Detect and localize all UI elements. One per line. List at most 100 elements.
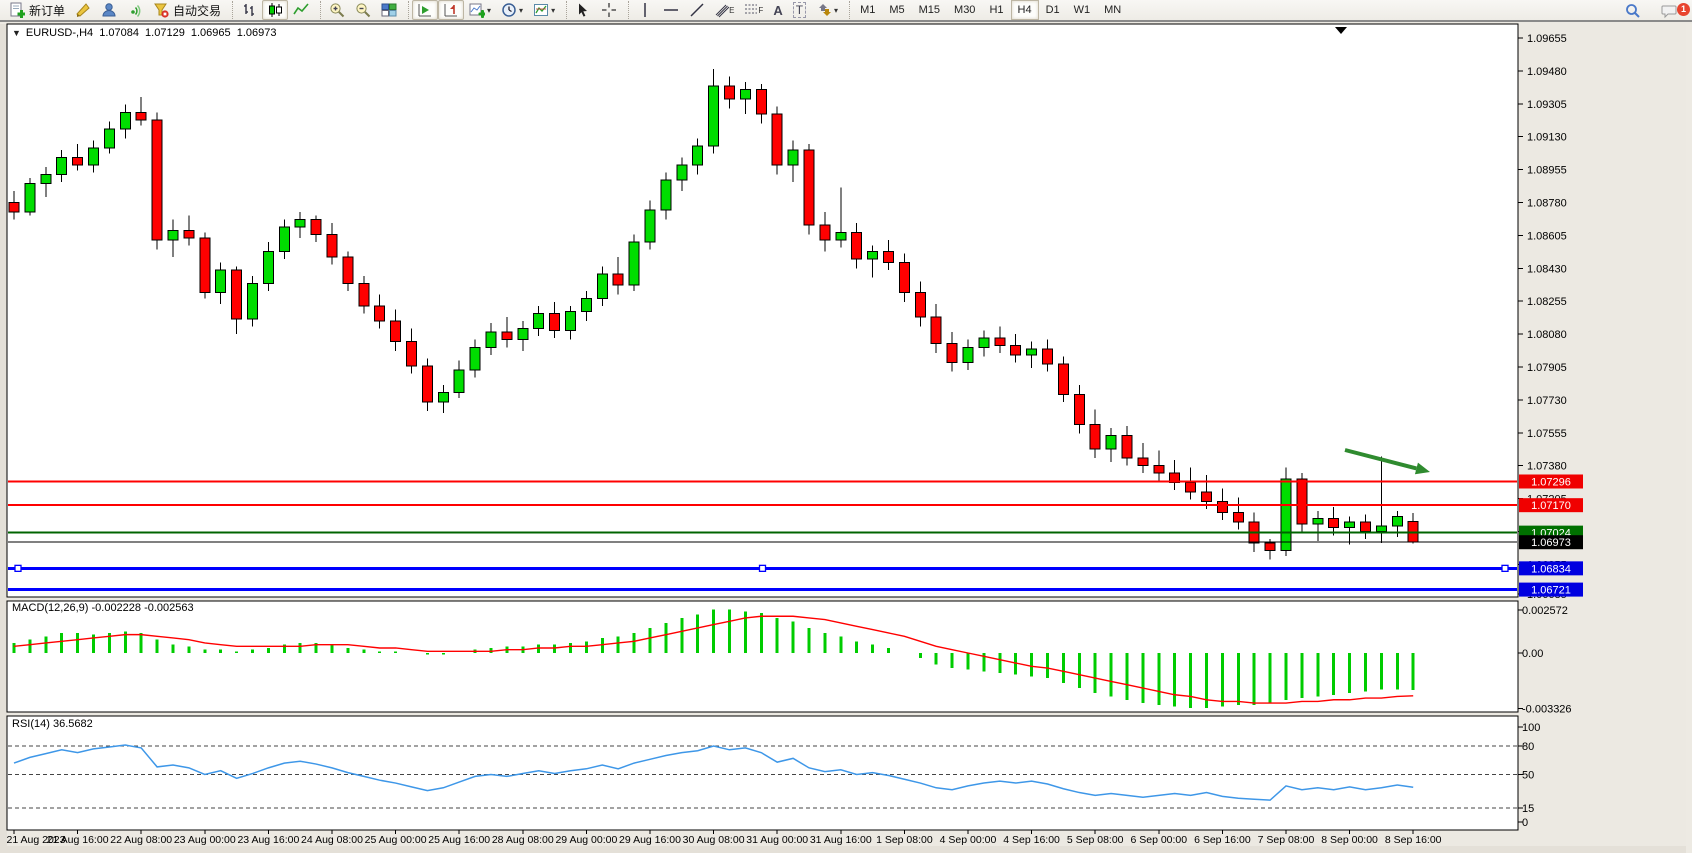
svg-text:-0.003326: -0.003326 [1522, 704, 1572, 716]
line-drag-handle[interactable] [15, 565, 21, 571]
zoom-out-button[interactable] [350, 0, 376, 20]
templates-button[interactable]: ▾ [528, 0, 560, 20]
timeframe-label: M30 [954, 4, 975, 16]
tile-windows-icon [381, 2, 397, 18]
new-order-button[interactable]: 新订单 [4, 0, 70, 20]
periods-button[interactable]: ▾ [496, 0, 528, 20]
svg-text:1.08255: 1.08255 [1527, 296, 1567, 308]
crosshair-button[interactable] [596, 0, 622, 20]
svg-text:1.07555: 1.07555 [1527, 428, 1567, 440]
chevron-down-icon: ▾ [551, 6, 555, 15]
search-icon [1625, 3, 1641, 19]
svg-text:1.08955: 1.08955 [1527, 165, 1567, 177]
text-label-button[interactable]: T [788, 0, 811, 20]
autotrading-icon [153, 2, 169, 18]
svg-text:8 Sep 16:00: 8 Sep 16:00 [1385, 834, 1442, 846]
rsi-panel[interactable] [7, 716, 1518, 830]
fibonacci-button[interactable]: F [739, 0, 768, 20]
svg-text:24 Aug 08:00: 24 Aug 08:00 [301, 834, 363, 846]
new-order-icon [9, 2, 25, 18]
timeframe-label: D1 [1046, 4, 1060, 16]
arrows-button[interactable]: ▾ [811, 0, 843, 20]
vertical-line-icon [637, 2, 653, 18]
svg-text:50: 50 [1522, 770, 1534, 782]
zoom-in-button[interactable] [324, 0, 350, 20]
tile-windows-button[interactable] [376, 0, 402, 20]
open-value: 1.07084 [99, 27, 139, 39]
metaeditor-button[interactable] [70, 0, 96, 20]
arrows-icon [816, 2, 832, 18]
auto-scroll-icon [417, 2, 433, 18]
timeframe-h1-button[interactable]: H1 [982, 0, 1010, 20]
signals-button[interactable] [122, 0, 148, 20]
svg-text:29 Aug 16:00: 29 Aug 16:00 [619, 834, 681, 846]
svg-text:1 Sep 08:00: 1 Sep 08:00 [876, 834, 933, 846]
toolbar-separator [843, 1, 850, 19]
user-icon [101, 2, 117, 18]
svg-text:7 Sep 08:00: 7 Sep 08:00 [1258, 834, 1315, 846]
svg-text:1.09480: 1.09480 [1527, 66, 1567, 78]
timeframe-label: M15 [919, 4, 940, 16]
bar-chart-button[interactable] [236, 0, 262, 20]
chart-area[interactable]: 1.096551.094801.093051.091301.089551.087… [0, 22, 1692, 853]
line-drag-handle[interactable] [760, 565, 766, 571]
svg-text:1.07905: 1.07905 [1527, 362, 1567, 374]
timeframe-label: M1 [860, 4, 875, 16]
search-button[interactable] [1620, 1, 1646, 21]
horizontal-line-button[interactable] [658, 0, 684, 20]
equidistant-channel-button[interactable]: E [710, 0, 739, 20]
vertical-line-button[interactable] [632, 0, 658, 20]
timeframe-m30-button[interactable]: M30 [947, 0, 982, 20]
svg-text:21 Aug 16:00: 21 Aug 16:00 [47, 834, 109, 846]
metaeditor-icon [75, 2, 91, 18]
notifications-button[interactable]: 1 [1656, 1, 1684, 21]
timeframe-m1-button[interactable]: M1 [853, 0, 882, 20]
text-icon: A [773, 3, 782, 18]
svg-text:22 Aug 08:00: 22 Aug 08:00 [110, 834, 172, 846]
timeframe-d1-button[interactable]: D1 [1039, 0, 1067, 20]
template-chart-icon [533, 2, 549, 18]
notification-badge: 1 [1677, 3, 1690, 16]
rsi-value: 36.5682 [53, 718, 93, 730]
trendline-button[interactable] [684, 0, 710, 20]
autotrading-button[interactable]: 自动交易 [148, 0, 226, 20]
timeframe-h4-button[interactable]: H4 [1011, 0, 1039, 20]
text-button[interactable]: A [768, 0, 787, 20]
line-chart-icon [293, 2, 309, 18]
indicators-button[interactable]: ▾ [464, 0, 496, 20]
svg-text:25 Aug 16:00: 25 Aug 16:00 [428, 834, 490, 846]
line-chart-button[interactable] [288, 0, 314, 20]
svg-text:100: 100 [1522, 722, 1540, 734]
timeframe-w1-button[interactable]: W1 [1067, 0, 1098, 20]
line-drag-handle[interactable] [1502, 565, 1508, 571]
trendline-icon [689, 2, 705, 18]
chevron-down-icon: ▾ [519, 6, 523, 15]
svg-text:23 Aug 16:00: 23 Aug 16:00 [237, 834, 299, 846]
svg-text:1.06721: 1.06721 [1531, 585, 1571, 597]
svg-text:15: 15 [1522, 803, 1534, 815]
chart-ohlc-header: ▼EURUSD-,H4 1.07084 1.07129 1.06965 1.06… [12, 27, 279, 39]
symbol-dropdown-icon[interactable]: ▼ [12, 28, 21, 38]
rsi-indicator-label: RSI(14) 36.5682 [12, 718, 93, 730]
svg-text:4 Sep 16:00: 4 Sep 16:00 [1003, 834, 1060, 846]
svg-text:0.00: 0.00 [1522, 648, 1543, 660]
chevron-down-icon: ▾ [487, 6, 491, 15]
svg-text:31 Aug 00:00: 31 Aug 00:00 [746, 834, 808, 846]
chart-shift-button[interactable] [438, 0, 464, 20]
timeframe-m5-button[interactable]: M5 [882, 0, 911, 20]
add-indicator-icon [469, 2, 485, 18]
timeframe-mn-button[interactable]: MN [1097, 0, 1128, 20]
svg-text:8 Sep 00:00: 8 Sep 00:00 [1321, 834, 1378, 846]
autotrading-label: 自动交易 [173, 2, 221, 19]
candlestick-chart-button[interactable] [262, 0, 288, 20]
svg-text:1.08080: 1.08080 [1527, 329, 1567, 341]
auto-scroll-button[interactable] [412, 0, 438, 20]
fibonacci-glyph: F [758, 6, 763, 15]
community-button[interactable] [96, 0, 122, 20]
timeframe-m15-button[interactable]: M15 [912, 0, 947, 20]
svg-text:25 Aug 00:00: 25 Aug 00:00 [365, 834, 427, 846]
timeframe-label: M5 [889, 4, 904, 16]
svg-text:1.07380: 1.07380 [1527, 461, 1567, 473]
svg-text:1.08780: 1.08780 [1527, 198, 1567, 210]
cursor-button[interactable] [570, 0, 596, 20]
